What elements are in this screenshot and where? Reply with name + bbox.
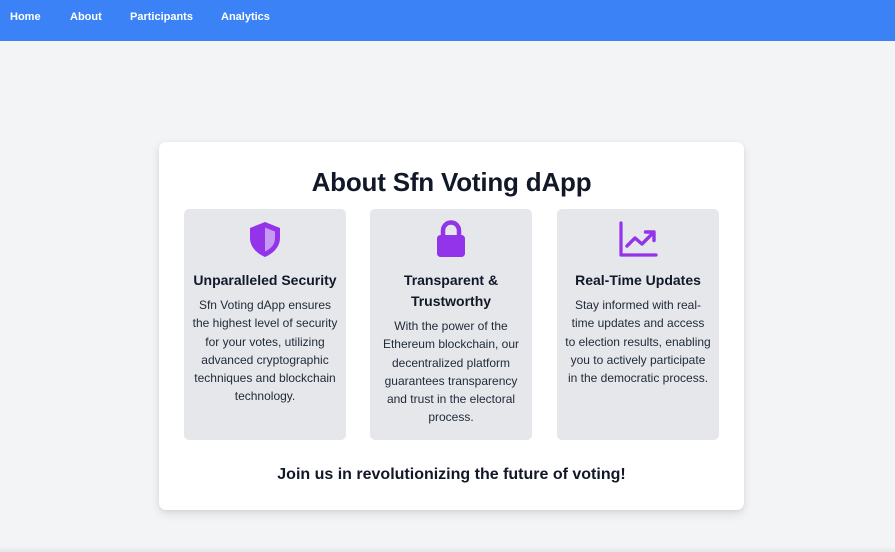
- feature-description: With the power of the Ethereum blockchai…: [382, 319, 520, 425]
- page-bottom-edge: [0, 546, 895, 552]
- lock-icon: [437, 220, 465, 257]
- nav-link-analytics[interactable]: Analytics: [221, 11, 270, 23]
- feature-title: Real-Time Updates: [575, 272, 701, 288]
- trending-chart-icon: [619, 221, 658, 257]
- feature-title: Unparalleled Security: [193, 272, 337, 288]
- nav-link-home[interactable]: Home: [10, 11, 41, 23]
- feature-card-updates: Real-Time Updates Stay informed with rea…: [557, 209, 719, 440]
- top-navbar: Home About Participants Analytics: [0, 0, 895, 41]
- tagline: Join us in revolutionizing the future of…: [277, 466, 626, 483]
- about-card: About Sfn Voting dApp Unparalleled Secur…: [159, 142, 744, 510]
- feature-card-transparency: Transparent & Trustworthy With the power…: [370, 209, 532, 440]
- shield-icon: [250, 222, 280, 257]
- feature-card-security: Unparalleled Security Sfn Voting dApp en…: [184, 209, 346, 440]
- feature-description: Stay informed with real-time updates and…: [565, 298, 711, 386]
- feature-description: Sfn Voting dApp ensures the highest leve…: [192, 298, 338, 404]
- nav-link-participants[interactable]: Participants: [130, 11, 193, 23]
- page-title: About Sfn Voting dApp: [311, 167, 592, 197]
- nav-link-about[interactable]: About: [70, 11, 102, 23]
- feature-title: Transparent & Trustworthy: [403, 272, 499, 309]
